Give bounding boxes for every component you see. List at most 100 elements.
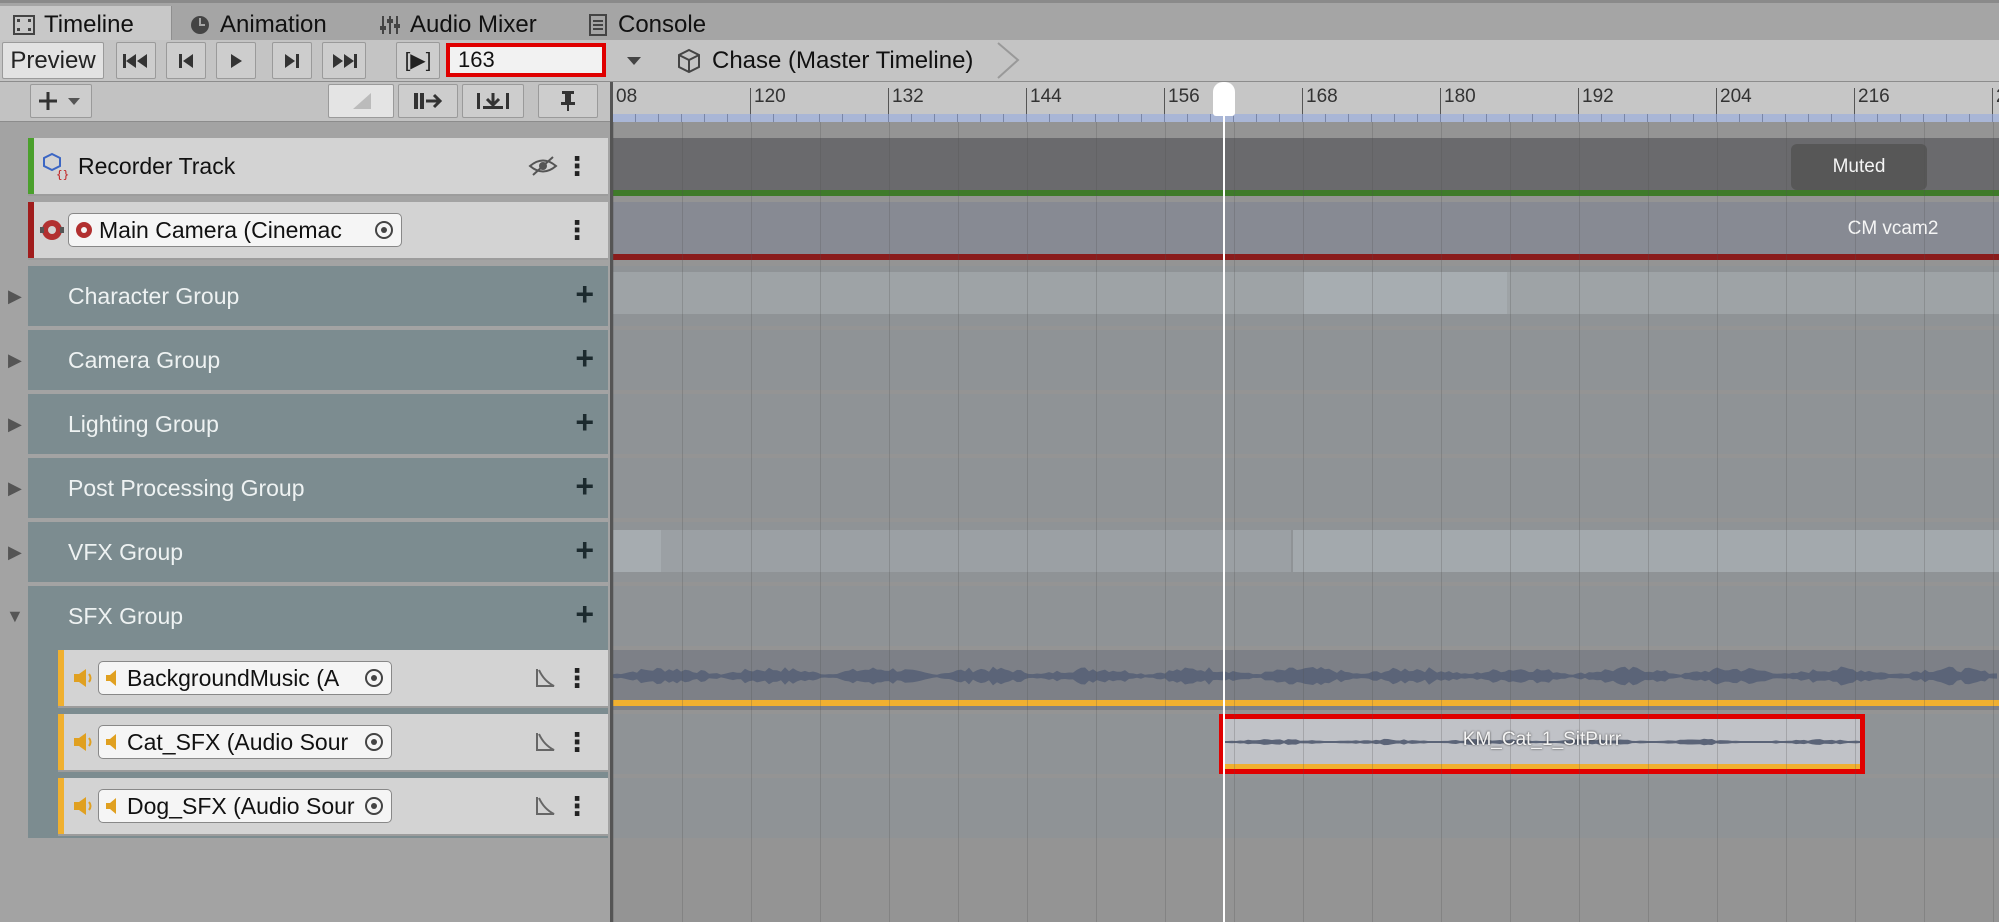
speaker-small-icon [106,734,116,750]
pin-icon [561,91,575,111]
track-menu-icon[interactable]: ⋮ [564,665,590,691]
add-track-plus-icon[interactable]: + [575,278,594,310]
fold-arrow-icon[interactable]: ▶ [8,414,22,435]
pin-button[interactable] [538,84,598,118]
add-track-plus-icon[interactable]: + [575,406,594,438]
curves-icon[interactable] [534,795,556,817]
track-menu-icon[interactable]: ⋮ [564,153,590,179]
playhead-handle[interactable] [1213,82,1235,116]
add-track-plus-icon[interactable]: + [575,598,594,630]
tab-timeline[interactable]: Timeline [0,6,172,43]
fold-arrow-icon[interactable]: ▶ [8,286,22,307]
timeline-gridline [613,122,614,922]
ruler-minor-tick [681,114,682,122]
preview-button[interactable]: Preview [2,42,104,79]
ruler-minor-tick [1647,114,1648,122]
recorder-icon: {} [43,152,69,180]
audio-track-header-backgroundmusic[interactable]: BackgroundMusic (A ⋮ [58,650,608,708]
tab-label: Console [618,10,707,38]
add-track-plus-icon[interactable]: + [575,534,594,566]
curves-icon[interactable] [534,667,556,689]
current-frame-field[interactable]: 163 [446,43,606,77]
group-sfx[interactable]: ▼ SFX Group + [6,586,608,646]
object-picker-icon[interactable] [363,731,385,753]
ruler-minor-tick [1256,114,1257,122]
ruler-tick-label: 120 [754,86,786,107]
ruler-minor-tick [1210,114,1211,122]
audio-track-header-dog-sfx[interactable]: Dog_SFX (Audio Sour ⋮ [58,778,608,836]
audio-source-binding-field[interactable]: Cat_SFX (Audio Sour [98,725,392,759]
group-post-processing[interactable]: ▶ Post Processing Group + [8,458,608,518]
binding-label: Cat_SFX (Audio Sour [127,728,349,755]
ruler-minor-tick [1371,114,1372,122]
audio-source-binding-field[interactable]: Dog_SFX (Audio Sour [98,789,392,823]
fold-arrow-expanded-icon[interactable]: ▼ [6,606,24,627]
camera-binding-field[interactable]: Main Camera (Cinemac [68,213,402,247]
breadcrumb[interactable]: Chase (Master Timeline) [676,42,973,79]
object-picker-icon[interactable] [373,219,395,241]
goto-start-button[interactable] [116,42,156,79]
snap-right-icon [414,93,443,109]
camera-track-header[interactable]: Main Camera (Cinemac ⋮ [28,202,608,260]
track-menu-icon[interactable]: ⋮ [564,729,590,755]
add-track-button[interactable] [30,84,92,118]
frame-snap-button[interactable] [398,84,458,118]
time-ruler[interactable]: 08120132144156168180192204216228 [612,82,1999,122]
step-forward-icon [285,53,299,68]
add-track-plus-icon[interactable]: + [575,470,594,502]
recorder-track-header[interactable]: {} Recorder Track ⋮ [28,138,608,196]
ruler-tick-label: 168 [1306,86,1338,107]
binding-label: BackgroundMusic (A [127,664,340,691]
play-button[interactable] [216,42,256,79]
audio-track-header-cat-sfx[interactable]: Cat_SFX (Audio Sour ⋮ [58,714,608,772]
timeline-track-area[interactable]: Muted CM vcam2 KM_Cat_1_SitPurr [613,122,1999,922]
transport-toolbar: Preview [▶] 163 Chase (Master Timeline) [0,40,1999,82]
group-camera[interactable]: ▶ Camera Group + [8,330,608,390]
group-lighting[interactable]: ▶ Lighting Group + [8,394,608,454]
track-menu-icon[interactable]: ⋮ [564,217,590,243]
next-frame-button[interactable] [272,42,312,79]
tab-console[interactable]: Console [574,6,706,43]
tab-audio-mixer[interactable]: Audio Mixer [366,6,537,43]
tab-label: Audio Mixer [410,10,537,38]
timeline-gridline [1717,122,1718,922]
ruler-minor-tick [1762,114,1763,122]
previous-frame-button[interactable] [166,42,206,79]
ruler-minor-tick [1532,114,1533,122]
camera-clip-label[interactable]: CM vcam2 [1793,212,1993,246]
track-menu-icon[interactable]: ⋮ [564,793,590,819]
speaker-small-icon [106,670,116,686]
fold-arrow-icon[interactable]: ▶ [8,478,22,499]
eye-hidden-icon[interactable] [528,155,558,177]
ruler-minor-tick [1486,114,1487,122]
ruler-minor-tick [1118,114,1119,122]
object-picker-icon[interactable] [363,795,385,817]
ruler-minor-tick [1463,114,1464,122]
object-picker-icon[interactable] [363,667,385,689]
group-vfx[interactable]: ▶ VFX Group + [8,522,608,582]
play-range-button[interactable]: [▶] [396,42,440,79]
group-character[interactable]: ▶ Character Group + [8,266,608,326]
snap-to-frame-button[interactable] [462,84,524,118]
playhead-line[interactable] [1223,84,1225,922]
timeline-dropdown-button[interactable] [616,42,652,79]
group-name: SFX Group [68,602,184,629]
fold-arrow-icon[interactable]: ▶ [8,350,22,371]
play-icon [231,53,242,68]
timeline-gridline [1993,122,1994,922]
audio-source-binding-field[interactable]: BackgroundMusic (A [98,661,392,695]
window-tab-bar: Timeline Animation Audio Mixer Console [0,0,1999,43]
goto-end-button[interactable] [322,42,366,79]
ruler-tick-label: 204 [1720,86,1752,107]
ruler-minor-tick [1348,114,1349,122]
clip-label: KM_Cat_1_SitPurr [1462,729,1622,750]
cat-sfx-clip[interactable]: KM_Cat_1_SitPurr [1219,714,1865,774]
skip-to-start-icon [123,53,147,68]
muted-badge: Muted [1791,144,1927,190]
edit-mode-button[interactable] [328,84,394,118]
add-track-plus-icon[interactable]: + [575,342,594,374]
ruler-minor-tick [1003,114,1004,122]
tab-animation[interactable]: Animation [176,6,327,43]
curves-icon[interactable] [534,731,556,753]
fold-arrow-icon[interactable]: ▶ [8,542,22,563]
